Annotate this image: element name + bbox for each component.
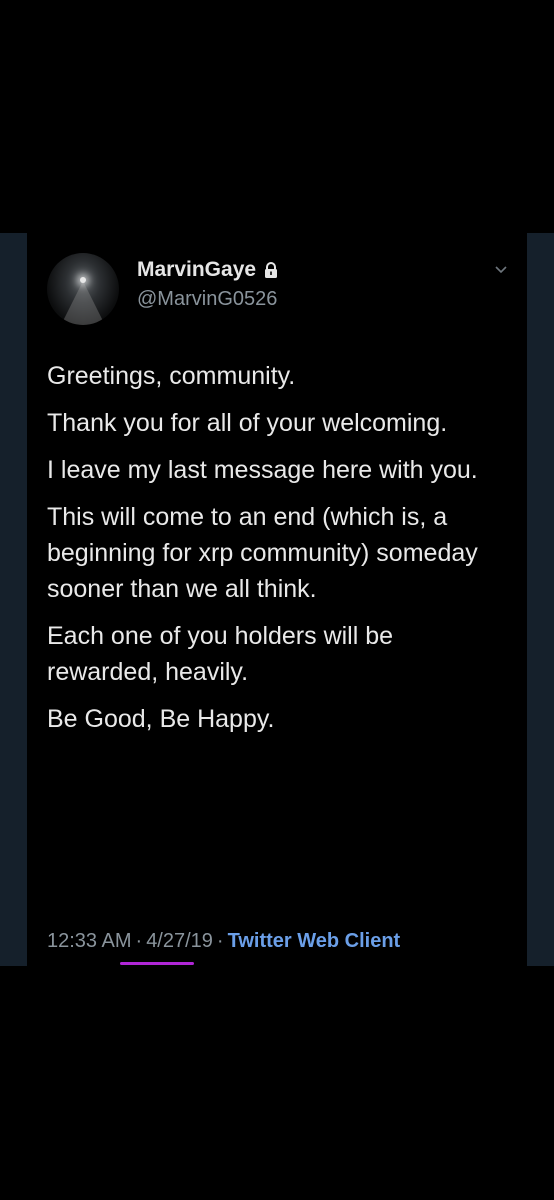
meta-separator: ·: [216, 930, 224, 952]
meta-separator: ·: [135, 930, 143, 952]
date-underline-annotation: [120, 962, 194, 965]
tweet-date[interactable]: 4/27/19: [146, 930, 213, 952]
tweet-text: Greetings, community. Thank you for all …: [47, 358, 507, 748]
avatar[interactable]: [47, 253, 119, 325]
tweet-paragraph: I leave my last message here with you.: [47, 456, 478, 484]
display-name-row[interactable]: MarvinGaye: [137, 258, 280, 282]
user-handle[interactable]: @MarvinG0526: [137, 288, 277, 311]
tweet-paragraph: Be Good, Be Happy.: [47, 705, 275, 733]
screenshot-frame: MarvinGaye @MarvinG0526 Greetings, commu…: [0, 233, 554, 966]
display-name[interactable]: MarvinGaye: [137, 258, 256, 282]
tweet-paragraph: This will come to an end (which is, a be…: [47, 503, 478, 603]
avatar-light-cone: [61, 281, 105, 325]
lock-icon: [262, 261, 280, 279]
tweet-paragraph: Each one of you holders will be rewarded…: [47, 622, 394, 686]
tweet-client-link[interactable]: Twitter Web Client: [228, 930, 401, 952]
tweet-meta: 12:33 AM · 4/27/19 · Twitter Web Client: [47, 930, 400, 953]
tweet-paragraph: Greetings, community.: [47, 362, 296, 390]
avatar-lamp-icon: [80, 277, 86, 283]
tweet-time[interactable]: 12:33 AM: [47, 930, 132, 952]
chevron-down-icon[interactable]: [493, 261, 509, 277]
tweet-paragraph: Thank you for all of your welcoming.: [47, 409, 448, 437]
tweet-card[interactable]: MarvinGaye @MarvinG0526 Greetings, commu…: [27, 233, 527, 966]
